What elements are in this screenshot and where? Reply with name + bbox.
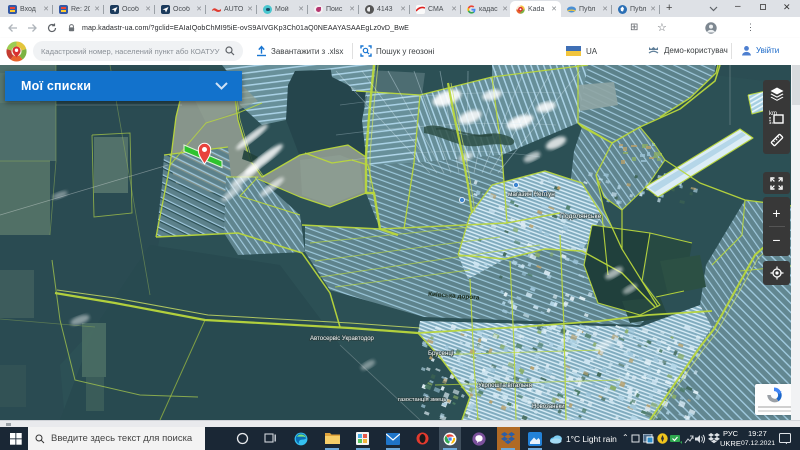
- svg-text:Укрпошта вітальня: Укрпошта вітальня: [478, 382, 532, 389]
- svg-text:Автосервіс Укравтодор: Автосервіс Укравтодор: [310, 336, 375, 342]
- svg-text:магазин Нептун: магазин Нептун: [508, 191, 555, 198]
- svg-text:Новозаньки: Новозаньки: [532, 404, 565, 410]
- svg-text:Брусенці: Брусенці: [428, 350, 453, 357]
- svg-text:km: km: [769, 111, 777, 117]
- svg-text:газостанція змець: газостанція змець: [398, 397, 446, 403]
- svg-text:Подолянське: Подолянське: [560, 213, 602, 220]
